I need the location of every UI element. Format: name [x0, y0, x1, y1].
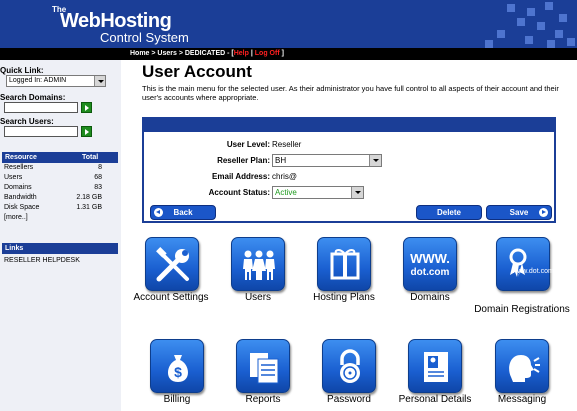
search-users-go-button[interactable]	[81, 126, 92, 137]
quick-link-label: Quick Link:	[0, 66, 44, 75]
resource-table-header: Resource Total	[2, 152, 118, 163]
account-status-value: Active	[275, 188, 297, 197]
breadcrumb-path[interactable]: Home > Users > DEDICATED - [	[130, 50, 234, 57]
id-card-icon	[424, 352, 448, 382]
back-button[interactable]: Back	[150, 205, 216, 220]
messaging-tile[interactable]	[495, 339, 549, 393]
hosting-plans-tile[interactable]	[317, 237, 371, 291]
quick-link-select[interactable]: Logged In: ADMIN	[6, 75, 106, 87]
logo-subtitle: Control System	[100, 30, 189, 45]
account-status-select[interactable]: Active	[272, 186, 364, 199]
search-domains-label: Search Domains:	[0, 93, 66, 102]
arrow-left-icon	[154, 208, 163, 217]
svg-text:$: $	[174, 364, 182, 380]
chevron-down-icon[interactable]	[351, 187, 363, 198]
tools-icon	[156, 247, 189, 282]
reseller-helpdesk-link[interactable]: RESELLER HELPDESK	[4, 257, 80, 264]
www-dotcom-text: www.dot.com	[512, 268, 554, 275]
quick-link-value: Logged In: ADMIN	[9, 77, 67, 84]
www-icon: WWW.	[410, 251, 450, 266]
resource-name: Resellers	[4, 164, 34, 171]
search-domains-input[interactable]	[4, 102, 78, 113]
delete-button-label: Delete	[436, 208, 461, 217]
help-link[interactable]: Help	[234, 50, 249, 57]
account-settings-tile[interactable]	[145, 237, 199, 291]
arrow-right-icon	[539, 208, 548, 217]
decorative-squares	[467, 0, 577, 48]
header-banner: The WebHosting Control System	[0, 0, 577, 48]
user-level-label: User Level:	[226, 140, 270, 149]
domain-registrations-tile[interactable]: www.dot.com	[496, 237, 554, 291]
money-bag-icon: $	[168, 355, 188, 382]
account-form-panel: User Level: Reseller Reseller Plan: BH E…	[142, 117, 556, 223]
resource-name: Domains	[4, 184, 32, 191]
resource-name: Users	[4, 174, 23, 181]
resource-total: 1.31 GB	[76, 204, 102, 211]
logoff-link[interactable]: Log Off	[255, 50, 280, 57]
resource-name: Disk Space	[4, 204, 40, 211]
password-tile[interactable]	[322, 339, 376, 393]
panel-header-strip	[144, 119, 554, 132]
users-icon	[243, 250, 275, 280]
search-users-input[interactable]	[4, 126, 78, 137]
user-level-value: Reseller	[272, 140, 302, 149]
page-title: User Account	[142, 62, 252, 81]
resource-total: 8	[98, 164, 102, 171]
resource-table: Resource Total Resellers 8 Users 68 Domain…	[2, 152, 118, 223]
more-link[interactable]: [more..]	[2, 213, 118, 223]
messaging-label[interactable]: Messaging	[467, 394, 577, 406]
breadcrumb-close: ]	[279, 50, 284, 57]
table-row: Resellers 8	[2, 163, 118, 173]
award-icon	[509, 248, 527, 277]
account-status-label: Account Status:	[208, 188, 270, 197]
domains-tile[interactable]: WWW. dot.com	[403, 237, 457, 291]
resource-header: Resource	[5, 154, 37, 161]
speaking-head-icon	[509, 355, 540, 382]
breadcrumb-bar: Home > Users > DEDICATED - [Help | Log O…	[0, 48, 577, 60]
resource-total: 2.18 GB	[76, 194, 102, 201]
email-label: Email Address:	[212, 172, 270, 181]
chevron-down-icon[interactable]	[369, 155, 381, 166]
page-description: This is the main menu for the selected u…	[142, 84, 559, 102]
personal-details-tile[interactable]	[408, 339, 462, 393]
table-row: Domains 83	[2, 183, 118, 193]
save-button-label: Save	[509, 208, 529, 217]
reports-tile[interactable]	[236, 339, 290, 393]
table-row: Bandwidth 2.18 GB	[2, 193, 118, 203]
search-users-label: Search Users:	[0, 117, 54, 126]
chevron-down-icon[interactable]	[94, 76, 105, 86]
resource-total: 83	[94, 184, 102, 191]
total-header: Total	[82, 154, 99, 161]
email-value: chris@	[272, 172, 298, 181]
dotcom-text: dot.com	[410, 267, 450, 278]
links-header: Links	[2, 243, 118, 254]
reseller-plan-value: BH	[275, 156, 287, 165]
resource-name: Bandwidth	[4, 194, 37, 201]
domains-label[interactable]: Domains	[375, 292, 485, 304]
reports-icon	[250, 353, 279, 384]
domain-registrations-label[interactable]: Domain Registrations	[467, 304, 577, 316]
billing-tile[interactable]: $	[150, 339, 204, 393]
resource-total: 68	[94, 174, 102, 181]
delete-button[interactable]: Delete	[416, 205, 482, 220]
reseller-plan-label: Reseller Plan:	[217, 156, 270, 165]
back-button-label: Back	[173, 208, 193, 217]
sidebar: Quick Link: Logged In: ADMIN Search Doma…	[0, 60, 121, 411]
lock-icon	[340, 349, 360, 383]
table-row: Disk Space 1.31 GB	[2, 203, 118, 213]
gift-icon	[330, 249, 360, 280]
users-tile[interactable]	[231, 237, 285, 291]
search-domains-go-button[interactable]	[81, 102, 92, 113]
save-button[interactable]: Save	[486, 205, 552, 220]
table-row: Users 68	[2, 173, 118, 183]
breadcrumb: Home > Users > DEDICATED - [Help | Log O…	[130, 48, 284, 60]
reseller-plan-select[interactable]: BH	[272, 154, 382, 167]
